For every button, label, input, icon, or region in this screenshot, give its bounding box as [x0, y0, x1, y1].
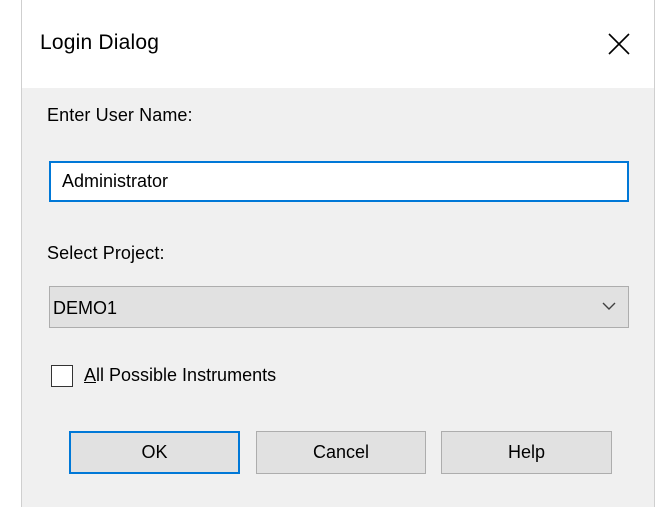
username-input[interactable] [49, 161, 629, 202]
project-select-value: DEMO1 [53, 298, 118, 318]
project-select[interactable]: DEMO1 [49, 286, 629, 328]
project-label: Select Project: [47, 243, 165, 263]
ok-button[interactable]: OK [69, 431, 240, 474]
all-instruments-label-rest: ll Possible Instruments [96, 365, 277, 385]
close-icon [608, 33, 630, 55]
all-instruments-label[interactable]: All Possible Instruments [84, 365, 276, 386]
login-dialog-window: Login Dialog Enter User Name: Select Pro… [0, 0, 669, 507]
dialog-title: Login Dialog [40, 31, 160, 54]
cancel-button[interactable]: Cancel [256, 431, 426, 474]
title-bar[interactable]: Login Dialog [22, 0, 654, 88]
window-border-right [654, 0, 655, 507]
dialog-client-area: Enter User Name: Select Project: DEMO1 A… [22, 88, 654, 507]
all-instruments-accelerator: A [84, 365, 97, 385]
close-button[interactable] [599, 24, 639, 64]
all-instruments-checkbox[interactable] [51, 365, 73, 387]
username-label: Enter User Name: [47, 105, 193, 125]
help-button[interactable]: Help [441, 431, 612, 474]
chevron-down-icon [602, 302, 616, 310]
